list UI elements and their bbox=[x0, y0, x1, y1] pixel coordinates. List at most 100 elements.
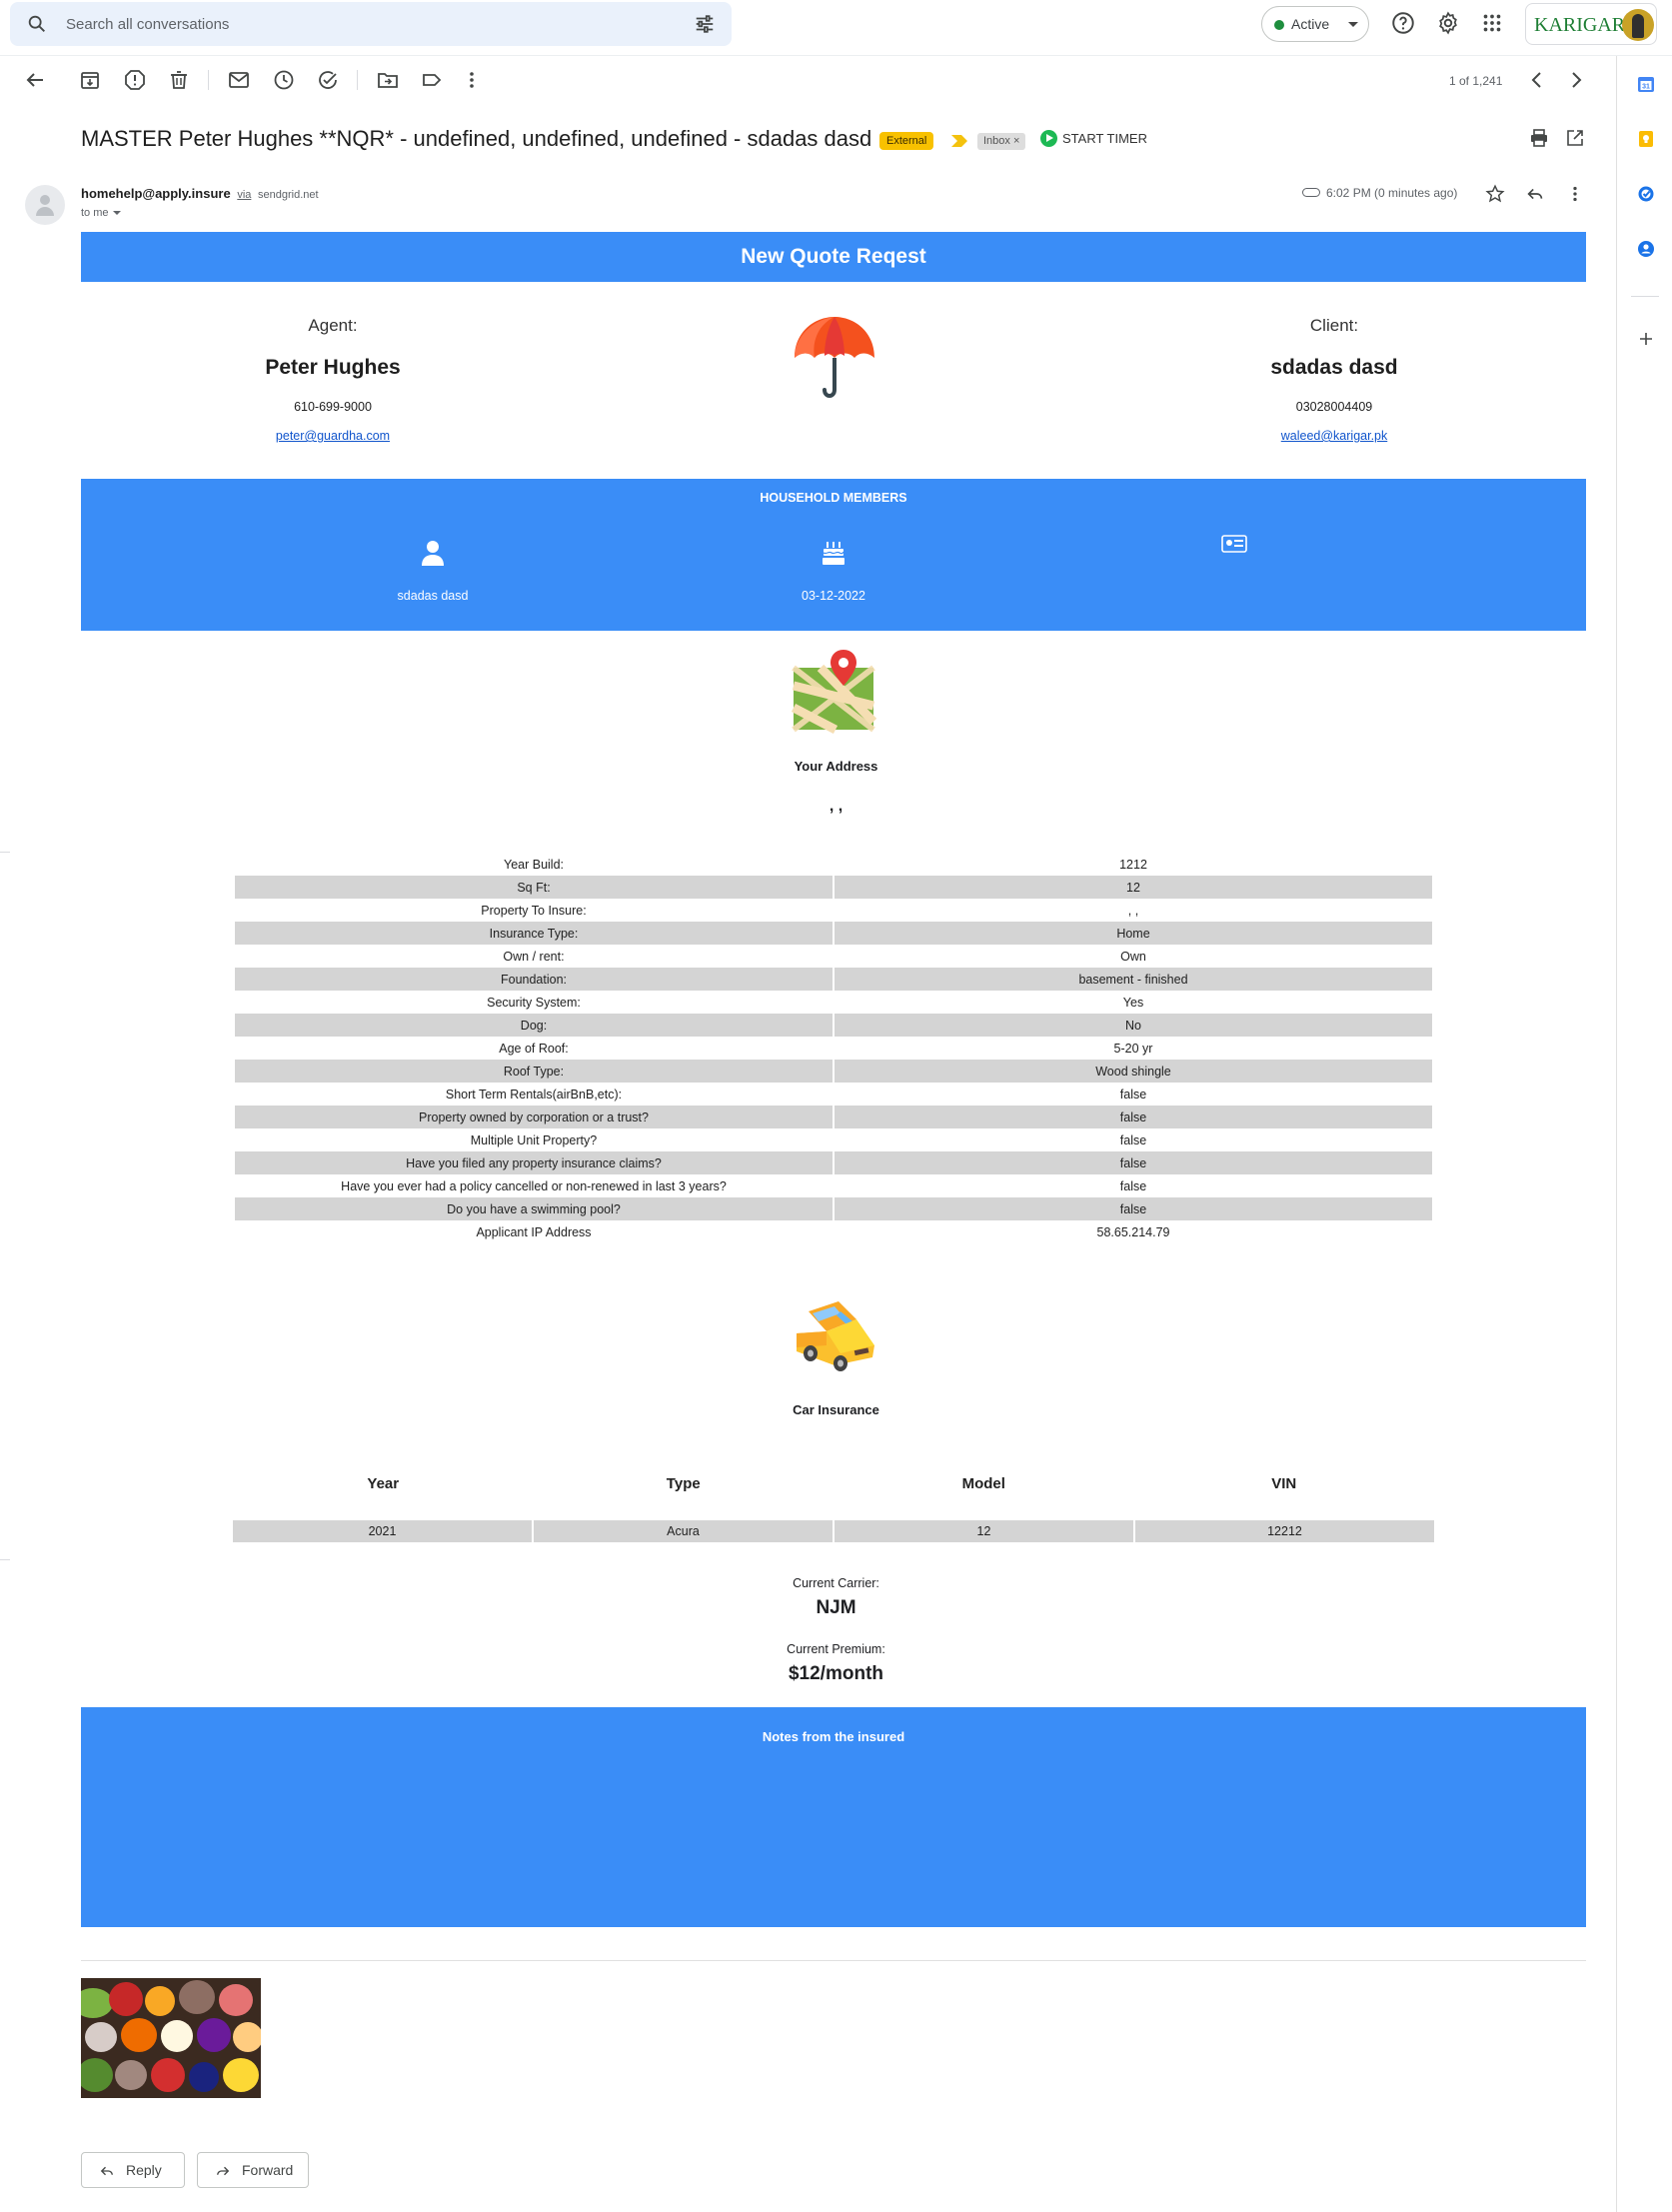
current-carrier-label: Current Carrier: bbox=[793, 1576, 879, 1590]
svg-text:31: 31 bbox=[1642, 84, 1650, 91]
current-premium-value: $12/month bbox=[788, 1663, 884, 1684]
message-time: 6:02 PM (0 minutes ago) bbox=[1302, 186, 1457, 200]
scroll-edge-marker bbox=[0, 852, 10, 853]
current-premium-label: Current Premium: bbox=[787, 1642, 885, 1656]
vehicle-table-header: Year Type Model VIN bbox=[233, 1475, 1434, 1492]
forward-button[interactable]: Forward bbox=[197, 2152, 309, 2188]
search-icon[interactable] bbox=[26, 13, 48, 35]
settings-gear-icon[interactable] bbox=[1435, 10, 1461, 36]
tasks-icon[interactable] bbox=[1637, 185, 1655, 203]
toolbar-divider bbox=[208, 70, 209, 90]
toolbar-divider bbox=[357, 70, 358, 90]
vehicle-col-vin: VIN bbox=[1271, 1475, 1297, 1492]
delete-trash-icon[interactable] bbox=[167, 68, 191, 92]
address-value: , , bbox=[829, 798, 843, 815]
keep-notes-icon[interactable] bbox=[1637, 130, 1655, 148]
mark-unread-icon[interactable] bbox=[227, 68, 251, 92]
side-panel: 31 bbox=[1616, 56, 1672, 2212]
client-email-link[interactable]: waleed@karigar.pk bbox=[1134, 429, 1534, 443]
recipient-label: to me bbox=[81, 207, 109, 219]
property-row: Own / rent: Own bbox=[235, 945, 1432, 968]
property-label: Applicant IP Address bbox=[476, 1224, 592, 1239]
member-name-column: sdadas dasd bbox=[333, 539, 533, 603]
property-value: Yes bbox=[1122, 995, 1144, 1010]
vehicle-col-year: Year bbox=[367, 1475, 400, 1492]
car-icon bbox=[797, 1301, 874, 1371]
recipient-details-toggle[interactable]: to me bbox=[81, 207, 121, 219]
snooze-clock-icon[interactable] bbox=[272, 68, 296, 92]
property-label: Sq Ft: bbox=[235, 876, 833, 899]
label-tag-icon[interactable] bbox=[420, 68, 444, 92]
newer-chevron-left-icon[interactable] bbox=[1525, 68, 1549, 92]
start-timer-label: START TIMER bbox=[1062, 131, 1147, 146]
status-selector[interactable]: Active bbox=[1261, 6, 1369, 42]
property-label: Have you ever had a policy cancelled or … bbox=[341, 1178, 727, 1193]
property-row: Age of Roof: 5-20 yr bbox=[235, 1037, 1432, 1060]
image-attachment-thumbnail[interactable] bbox=[81, 1978, 261, 2098]
search-input[interactable]: Search all conversations bbox=[66, 16, 229, 33]
help-icon[interactable] bbox=[1390, 10, 1416, 36]
chevron-down-icon bbox=[1348, 22, 1358, 27]
open-in-new-window-icon[interactable] bbox=[1565, 128, 1585, 148]
notes-header: Notes from the insured bbox=[762, 1729, 905, 1744]
sender-email[interactable]: homehelp@apply.insure bbox=[81, 186, 231, 201]
address-label: Your Address bbox=[794, 759, 878, 774]
top-bar: Search all conversations Active KARIGAR bbox=[0, 0, 1672, 56]
message-timestamp: 6:02 PM (0 minutes ago) bbox=[1326, 186, 1458, 200]
archive-icon[interactable] bbox=[78, 68, 102, 92]
property-row: Have you filed any property insurance cl… bbox=[235, 1151, 1432, 1174]
external-badge: External bbox=[879, 132, 934, 150]
add-addon-plus-icon[interactable] bbox=[1637, 330, 1655, 348]
property-label: Dog: bbox=[235, 1014, 833, 1037]
start-timer-button[interactable]: START TIMER bbox=[1040, 130, 1147, 147]
calendar-icon[interactable]: 31 bbox=[1637, 75, 1655, 93]
importance-marker-icon[interactable] bbox=[951, 135, 967, 147]
message-toolbar: 1 of 1,241 bbox=[0, 62, 1609, 98]
map-pin-icon bbox=[791, 650, 876, 734]
property-value: 58.65.214.79 bbox=[1096, 1224, 1170, 1239]
id-card-icon bbox=[1221, 535, 1247, 553]
print-icon[interactable] bbox=[1529, 128, 1549, 148]
contacts-icon[interactable] bbox=[1637, 240, 1655, 258]
insured-notes-section: Notes from the insured bbox=[81, 1707, 1586, 1927]
report-spam-icon[interactable] bbox=[123, 68, 147, 92]
via-domain: sendgrid.net bbox=[258, 189, 319, 201]
client-role-label: Client: bbox=[1309, 316, 1359, 335]
attachment-icon bbox=[1302, 188, 1320, 197]
reply-arrow-icon[interactable] bbox=[1524, 183, 1546, 205]
property-row: Year Build: 1212 bbox=[235, 853, 1432, 876]
apps-grid-icon[interactable] bbox=[1479, 10, 1505, 36]
property-label: Property To Insure: bbox=[481, 903, 587, 918]
search-bar[interactable]: Search all conversations bbox=[10, 2, 732, 46]
reply-arrow-icon bbox=[100, 2166, 113, 2176]
reply-button[interactable]: Reply bbox=[81, 2152, 185, 2188]
add-task-icon[interactable] bbox=[316, 68, 340, 92]
back-arrow-icon[interactable] bbox=[23, 68, 47, 92]
property-value: false bbox=[835, 1106, 1432, 1128]
chevron-down-icon bbox=[112, 211, 121, 215]
move-to-folder-icon[interactable] bbox=[376, 68, 400, 92]
search-options-icon[interactable] bbox=[694, 13, 716, 35]
play-icon bbox=[1040, 130, 1057, 147]
inbox-label-chip[interactable]: Inbox × bbox=[977, 133, 1026, 150]
property-row: Have you ever had a policy cancelled or … bbox=[235, 1174, 1432, 1197]
older-chevron-right-icon[interactable] bbox=[1564, 68, 1588, 92]
message-more-options-icon[interactable] bbox=[1564, 183, 1586, 205]
via-link[interactable]: via bbox=[237, 189, 251, 201]
sender-line: homehelp@apply.insure via sendgrid.net bbox=[81, 186, 319, 201]
sender-avatar[interactable] bbox=[25, 185, 65, 225]
member-name: sdadas dasd bbox=[397, 589, 469, 603]
account-button[interactable]: KARIGAR bbox=[1525, 3, 1657, 45]
agent-email-link[interactable]: peter@guardha.com bbox=[133, 429, 533, 443]
active-status-dot bbox=[1274, 20, 1284, 30]
vehicle-vin: 12212 bbox=[1135, 1520, 1434, 1542]
property-row: Short Term Rentals(airBnB,etc): false bbox=[235, 1083, 1432, 1106]
property-row: Applicant IP Address 58.65.214.79 bbox=[235, 1220, 1432, 1243]
property-value: , , bbox=[1127, 903, 1139, 918]
more-options-icon[interactable] bbox=[460, 68, 484, 92]
property-value: false bbox=[835, 1151, 1432, 1174]
property-value: 5-20 yr bbox=[1113, 1041, 1153, 1056]
property-row: Sq Ft: 12 bbox=[235, 876, 1432, 899]
property-value: false bbox=[1119, 1178, 1147, 1193]
star-icon[interactable] bbox=[1484, 183, 1506, 205]
